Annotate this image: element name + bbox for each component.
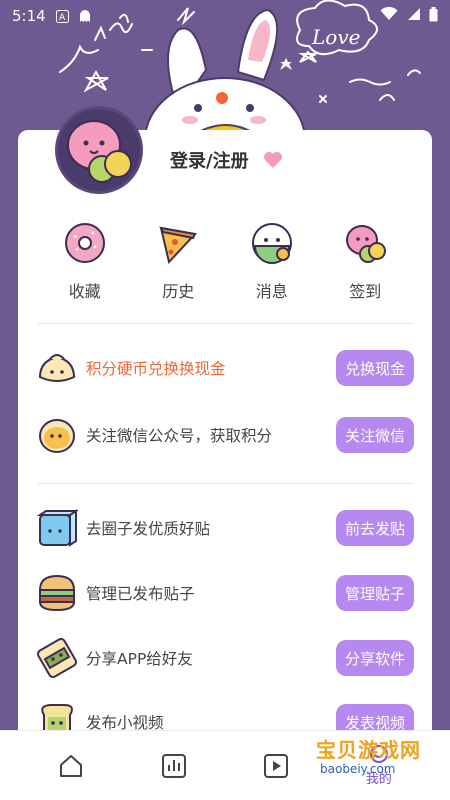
heart-icon [263, 152, 282, 168]
login-register-label[interactable]: 登录/注册 [170, 147, 249, 173]
watermark: 宝贝游戏网 baobeiy.com [316, 734, 436, 782]
quick-actions: 收藏 历史 消息 签到 [18, 220, 432, 302]
task-text-share: 分享APP给好友 [86, 650, 193, 668]
quick-history[interactable]: 历史 [143, 220, 213, 302]
macaron-checkin-icon [346, 225, 387, 263]
tab-home[interactable] [41, 736, 101, 796]
tab-stats[interactable] [144, 736, 204, 796]
home-icon [60, 754, 83, 777]
task-text-post: 去圈子发优质好贴 [86, 520, 211, 538]
macaron-avatar-icon [67, 120, 132, 183]
quick-favorites[interactable]: 收藏 [50, 220, 120, 302]
svg-text:Love: Love [311, 25, 360, 49]
quick-messages[interactable]: 消息 [237, 220, 307, 302]
task-row-wechat: 关注微信公众号，获取积分 关注微信 [36, 412, 414, 458]
burger-manage-icon [38, 574, 76, 612]
ice-cube-post-icon [36, 509, 78, 547]
go-post-button[interactable]: 前去发贴 [336, 510, 414, 546]
donut-favorites-icon [64, 223, 105, 263]
divider [38, 483, 412, 484]
pizza-history-icon [159, 226, 198, 265]
quick-favorites-label: 收藏 [68, 282, 101, 301]
dumpling-coin-icon [38, 354, 76, 382]
quick-history-label: 历史 [162, 282, 195, 301]
quick-checkin-label: 签到 [349, 282, 382, 301]
task-row-manage: 管理已发布贴子 管理贴子 [36, 570, 414, 616]
exchange-cash-button[interactable]: 兑换现金 [336, 350, 414, 386]
task-text-exchange: 积分硬币兑换换现金 [86, 360, 226, 378]
task-text-manage: 管理已发布贴子 [86, 585, 195, 603]
task-row-exchange: 积分硬币兑换换现金 兑换现金 [36, 345, 414, 391]
onigiri-messages-icon [251, 223, 292, 264]
sushi-share-icon [36, 637, 78, 679]
quick-checkin[interactable]: 签到 [330, 220, 400, 302]
divider [38, 323, 412, 324]
quick-messages-label: 消息 [255, 282, 288, 301]
manage-posts-button[interactable]: 管理贴子 [336, 575, 414, 611]
egg-wechat-icon [39, 419, 75, 453]
login-register-row[interactable]: 登录/注册 [170, 147, 283, 173]
play-icon [264, 753, 289, 778]
follow-wechat-button[interactable]: 关注微信 [336, 417, 414, 453]
task-row-post: 去圈子发优质好贴 前去发贴 [36, 505, 414, 551]
tab-video[interactable] [246, 736, 306, 796]
share-app-button[interactable]: 分享软件 [336, 640, 414, 676]
avatar[interactable] [55, 106, 143, 194]
task-text-wechat: 关注微信公众号，获取积分 [86, 427, 273, 445]
chart-icon [161, 753, 186, 778]
watermark-url: baobeiy.com [320, 762, 396, 776]
task-row-share: 分享APP给好友 分享软件 [36, 635, 414, 681]
watermark-title: 宝贝游戏网 [316, 738, 421, 762]
